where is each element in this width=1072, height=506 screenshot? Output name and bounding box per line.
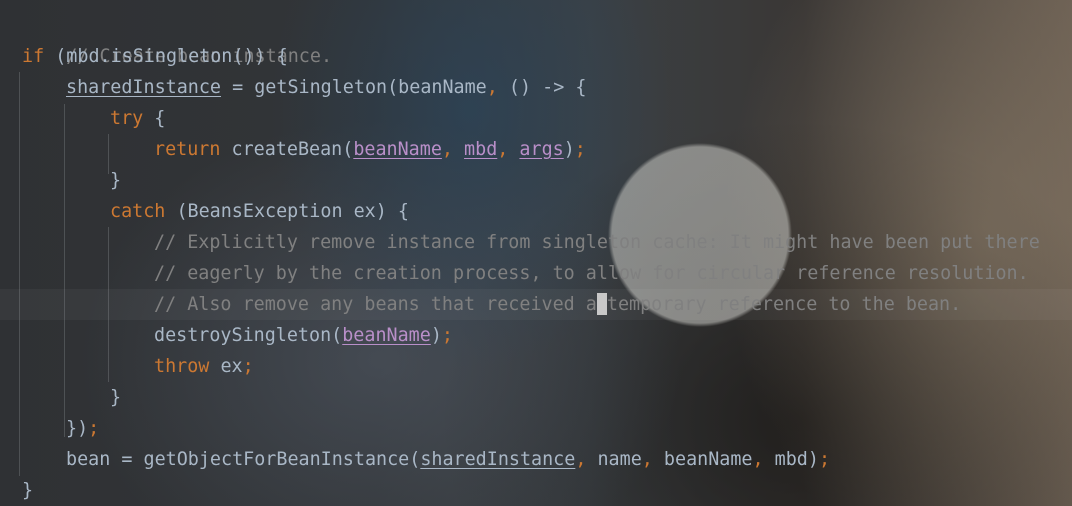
code-text: } (110, 387, 122, 408)
param-mbd: mbd (464, 139, 498, 160)
code-text: = getSingleton(beanName (221, 77, 487, 98)
code-text: }) (66, 418, 89, 439)
text-cursor (596, 293, 607, 315)
code-line-12: throw ex; (154, 351, 254, 382)
code-line-7: catch (BeansException ex) { (110, 196, 409, 227)
code-line-5: return createBean(beanName, mbd, args); (154, 134, 586, 165)
code-text: (BeansException ex) { (165, 201, 409, 222)
code-text: (mbd.isSingleton()) { (44, 46, 288, 67)
semicolon: ; (441, 325, 453, 346)
code-text: destroySingleton( (154, 325, 343, 346)
code-text: beanName (652, 449, 753, 470)
code-text: name (586, 449, 642, 470)
comma: , (441, 139, 465, 160)
keyword-try: try (110, 108, 144, 129)
code-line-4: try { (110, 103, 165, 134)
code-line-1: // Create bean instance. (22, 10, 332, 67)
code-comment: // Also remove any beans that received a (154, 294, 597, 315)
semicolon: ; (818, 449, 831, 470)
param-bean-name: beanName (353, 139, 442, 160)
param-bean-name: beanName (342, 325, 431, 346)
code-text: () -> { (497, 77, 587, 98)
semicolon: ; (242, 356, 254, 377)
code-comment: // eagerly by the creation process, to a… (154, 263, 1029, 284)
code-text: } (22, 480, 34, 501)
code-text: { (143, 108, 166, 129)
keyword-if: if (22, 46, 45, 67)
code-line-8: // Explicitly remove instance from singl… (154, 227, 1040, 258)
semicolon: ; (574, 139, 586, 160)
comma: , (752, 449, 764, 470)
code-line-9: // eagerly by the creation process, to a… (154, 258, 1029, 289)
code-text: bean = getObjectForBeanInstance( (66, 449, 421, 470)
keyword-throw: throw (154, 356, 210, 377)
code-line-3: sharedInstance = getSingleton(beanName, … (66, 72, 586, 103)
param-args: args (519, 139, 564, 160)
code-line-14: }); (66, 413, 99, 444)
code-line-2: if (mbd.isSingleton()) { (22, 41, 288, 72)
keyword-catch: catch (110, 201, 166, 222)
indent-guide (108, 227, 109, 382)
code-comment: // Explicitly remove instance from singl… (154, 232, 1040, 253)
code-line-13: } (110, 382, 121, 413)
keyword-return: return (154, 139, 221, 160)
field-shared-instance: sharedInstance (420, 449, 576, 470)
code-text: createBean( (220, 139, 354, 160)
comma: , (497, 139, 520, 160)
code-text: mbd) (763, 449, 819, 470)
code-text: } (110, 170, 122, 191)
code-line-11: destroySingleton(beanName); (154, 320, 453, 351)
code-line-6: } (110, 165, 121, 196)
indent-guide (108, 134, 109, 174)
code-text: ) (563, 139, 575, 160)
code-text: ) (430, 325, 442, 346)
comma: , (486, 77, 498, 98)
code-line-10: // Also remove any beans that received a… (154, 289, 961, 320)
comma: , (641, 449, 653, 470)
semicolon: ; (88, 418, 100, 439)
indent-guide (64, 104, 65, 437)
code-comment: temporary reference to the bean. (606, 294, 962, 315)
code-text: ex (209, 356, 243, 377)
field-shared-instance: sharedInstance (66, 77, 222, 98)
comma: , (575, 449, 587, 470)
code-line-15: bean = getObjectForBeanInstance(sharedIn… (66, 444, 830, 475)
code-line-16: } (22, 475, 33, 506)
indent-guide (19, 72, 20, 476)
